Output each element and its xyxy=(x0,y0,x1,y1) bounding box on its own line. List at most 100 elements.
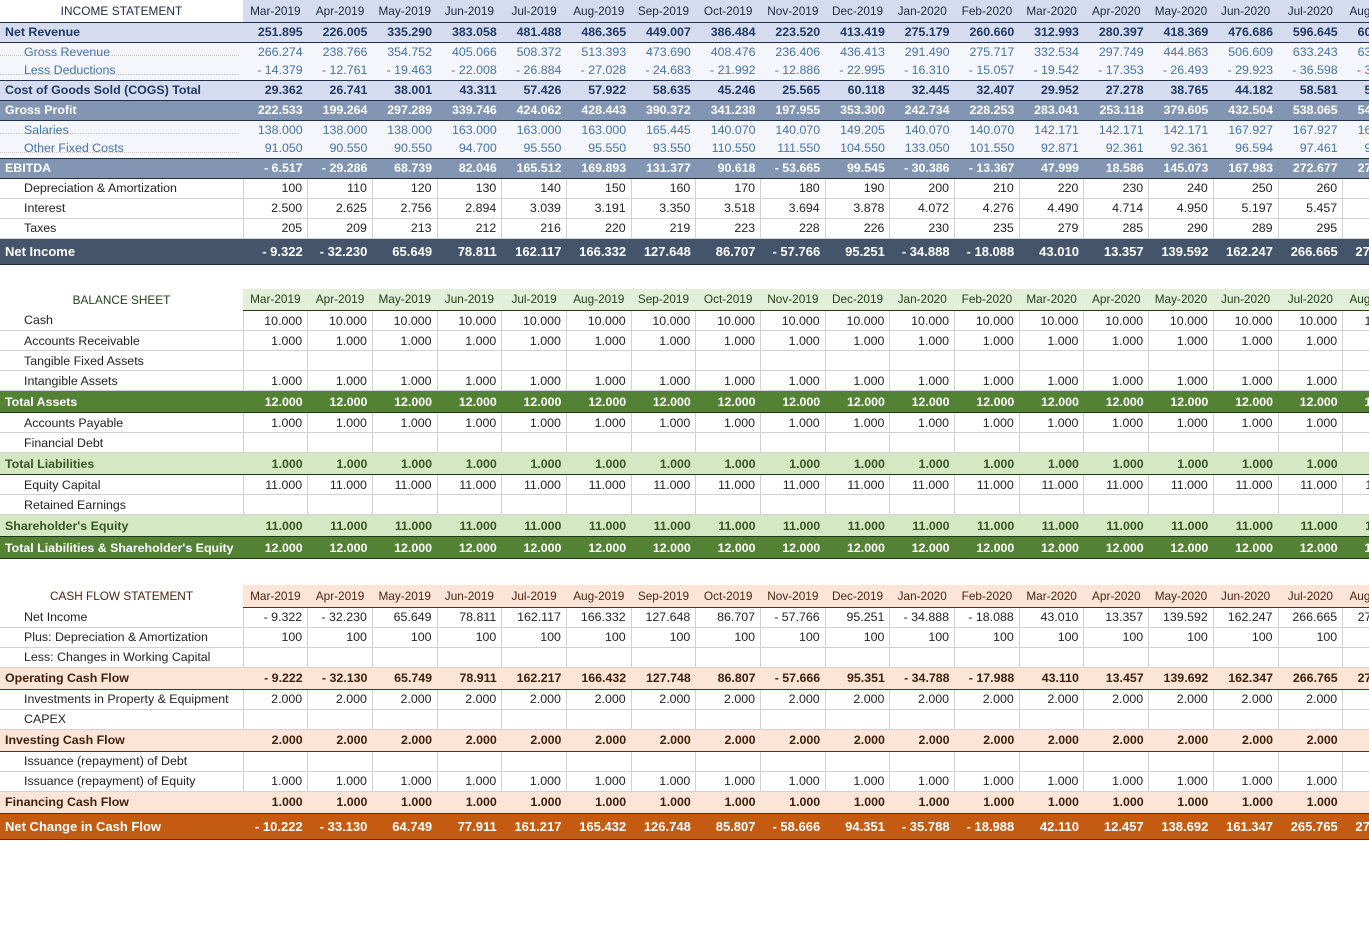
balance-sheet-cell: 1.000 xyxy=(825,452,890,475)
income-statement-cell: 3.039 xyxy=(501,198,567,219)
balance-sheet-cell: 1.000 xyxy=(824,330,890,351)
income-statement-cell: 94.700 xyxy=(437,139,502,158)
balance-sheet-cell: 12.000 xyxy=(243,536,308,559)
cash-flow-cell: 78.911 xyxy=(437,666,502,690)
balance-sheet-row: Accounts Payable 1.000 1.000 1.000 1.000 1.00… xyxy=(0,412,1369,433)
cash-flow-cell: - 18.988 xyxy=(954,812,1020,840)
balance-sheet-cell: 1.000 xyxy=(436,330,502,351)
income-statement-cell: 271.493 xyxy=(1342,237,1369,265)
cash-flow-cell: 162.217 xyxy=(501,666,567,690)
cash-flow-cell: 2.000 xyxy=(630,689,696,710)
income-statement-row: EBITDA - 6.517- 29.286 68.739 82.046 165.512… xyxy=(0,157,1369,179)
income-statement-cell: 57.426 xyxy=(501,79,567,101)
income-statement-cell: 283.041 xyxy=(1019,99,1084,121)
balance-sheet-cell xyxy=(630,432,696,453)
cash-flow-cell: 95.351 xyxy=(825,666,890,690)
balance-sheet-period-header: May-2020 xyxy=(1148,288,1214,311)
cash-flow-cell: 100 xyxy=(307,627,373,648)
income-statement-period-header: May-2019 xyxy=(372,0,438,23)
cash-flow-cell: 1.000 xyxy=(1278,790,1343,814)
balance-sheet-cell xyxy=(760,432,826,453)
cash-flow-cell xyxy=(371,709,438,730)
cash-flow-cell: 139.592 xyxy=(1148,607,1214,628)
cash-flow-cell: 1.000 xyxy=(1018,771,1084,792)
cash-flow-period-header: Oct-2019 xyxy=(695,585,761,608)
balance-sheet-cell xyxy=(1277,432,1343,453)
balance-sheet-cell: 10.000 xyxy=(1083,310,1149,331)
cash-flow-row: Issuance (repayment) of Equity 1.000 1.000… xyxy=(0,771,1369,792)
balance-sheet-cell: 1.000 xyxy=(889,370,955,391)
income-statement-period-header: Oct-2019 xyxy=(695,0,761,23)
cash-flow-body: Net Income - 9.322- 32.230 65.649 78.811 162… xyxy=(0,607,1369,840)
cash-flow-cell: 2.000 xyxy=(437,728,502,752)
income-statement-period-header: Aug-2019 xyxy=(566,0,632,23)
cash-flow-cell: 1.000 xyxy=(1148,771,1214,792)
income-statement-title: INCOME STATEMENT xyxy=(0,0,243,22)
balance-sheet-cell: 11.000 xyxy=(825,514,890,537)
cash-flow-cell: - 58.666 xyxy=(760,812,826,840)
income-statement-cell: 2.894 xyxy=(436,198,502,219)
cash-flow-cell: 2.000 xyxy=(307,728,373,752)
balance-sheet-cell: 11.000 xyxy=(954,514,1020,537)
income-statement-cell: 486.365 xyxy=(566,21,632,43)
balance-sheet-cell xyxy=(954,494,1020,515)
cash-flow-cell xyxy=(954,647,1020,668)
income-statement-cell: 236.406 xyxy=(760,42,826,61)
cash-flow-cell: 100 xyxy=(1083,627,1149,648)
balance-sheet-period-header: Jun-2019 xyxy=(437,288,502,311)
income-statement-cell: 230 xyxy=(889,218,955,239)
income-statement-cell: 5.457 xyxy=(1277,198,1343,219)
cash-flow-cell: 1.000 xyxy=(631,790,696,814)
balance-sheet-cell: 12.000 xyxy=(372,390,438,413)
cash-flow-cell: 2.000 xyxy=(242,689,308,710)
income-statement-cell: 13.357 xyxy=(1083,237,1149,265)
cash-flow-period-header: Dec-2019 xyxy=(825,585,890,608)
income-statement-cell: 235 xyxy=(954,218,1020,239)
cash-flow-cell: 2.000 xyxy=(631,728,696,752)
balance-sheet-cell: 11.000 xyxy=(1342,474,1369,495)
income-statement-cell: - 22.995 xyxy=(825,61,890,80)
cash-flow-cell xyxy=(760,751,826,772)
balance-sheet-cell: 1.000 xyxy=(1083,370,1149,391)
income-statement-cell: 238.766 xyxy=(307,42,373,61)
balance-sheet-cell: 12.000 xyxy=(1278,390,1343,413)
cash-flow-cell: 2.000 xyxy=(760,728,826,752)
cash-flow-cell: 2.000 xyxy=(760,689,826,710)
income-statement-cell: 100 xyxy=(242,178,308,199)
cash-flow-cell: 162.347 xyxy=(1213,666,1278,690)
balance-sheet-row: Financial Debt xyxy=(0,432,1369,453)
balance-sheet-cell: 11.000 xyxy=(437,514,502,537)
income-statement-cell: - 14.379 xyxy=(243,61,308,80)
income-statement-cell: - 9.322 xyxy=(243,237,308,265)
balance-sheet-cell: 12.000 xyxy=(1083,390,1149,413)
balance-sheet-period-header: Jan-2020 xyxy=(889,288,955,311)
cash-flow-period-header: May-2020 xyxy=(1148,585,1214,608)
balance-sheet-cell xyxy=(565,350,632,371)
balance-sheet-cell: 1.000 xyxy=(437,452,502,475)
balance-sheet-row-label: Tangible Fixed Assets xyxy=(0,350,243,371)
income-statement-cell: 476.686 xyxy=(1213,21,1278,43)
cash-flow-cell xyxy=(565,709,632,730)
income-statement-cell: 228 xyxy=(760,218,826,239)
income-statement-cell: 166.332 xyxy=(566,237,632,265)
balance-sheet-cell xyxy=(630,350,696,371)
balance-sheet-cell: 1.000 xyxy=(242,370,308,391)
cash-flow-cell: 2.000 xyxy=(695,728,761,752)
cash-flow-row-label: Issuance (repayment) of Equity xyxy=(0,771,243,792)
income-statement-cell: 199.264 xyxy=(307,99,373,121)
cash-flow-cell: 1.000 xyxy=(501,771,567,792)
balance-sheet-header-row: BALANCE SHEET Mar-2019 Apr-2019 May-2019 Ju… xyxy=(0,288,1369,311)
balance-sheet-cell: 10.000 xyxy=(954,310,1020,331)
balance-sheet-cell: 12.000 xyxy=(1019,536,1084,559)
income-statement-cell: 27.278 xyxy=(1083,79,1149,101)
cash-flow-cell: 100 xyxy=(630,627,696,648)
balance-sheet-cell: 11.000 xyxy=(242,474,308,495)
cash-flow-cell xyxy=(501,647,567,668)
income-statement-period-header: May-2020 xyxy=(1148,0,1214,23)
cash-flow-cell xyxy=(1018,647,1084,668)
balance-sheet-cell xyxy=(565,494,632,515)
balance-sheet-cell: 10.000 xyxy=(760,310,826,331)
balance-sheet-cell: 12.000 xyxy=(1213,536,1278,559)
cash-flow-cell: 43.110 xyxy=(1019,666,1084,690)
income-statement-cell: 266.274 xyxy=(243,42,308,61)
